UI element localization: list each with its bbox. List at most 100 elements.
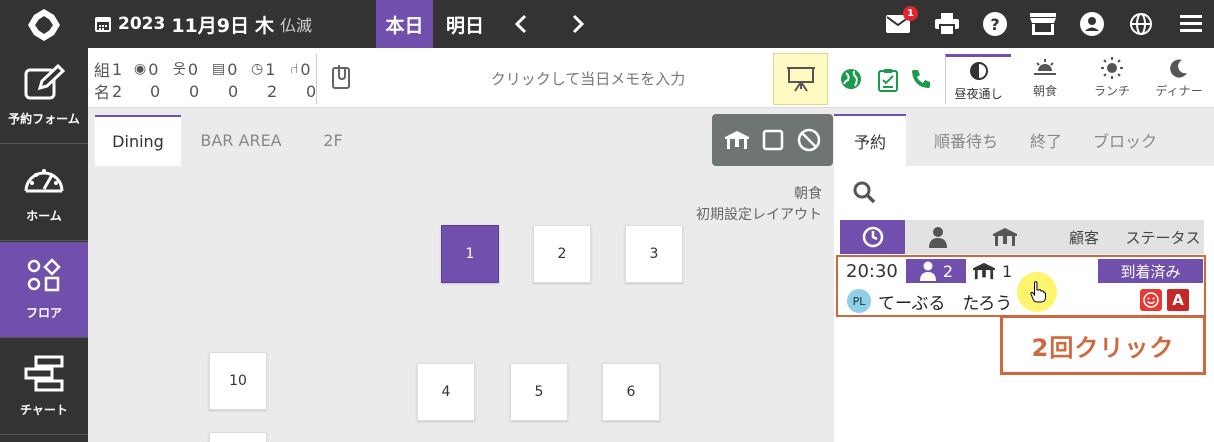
mail-badge: 1 <box>903 6 918 21</box>
date-selector[interactable]: 2023 11月9日 木 仏滅 <box>94 0 312 48</box>
reservation-time: 20:30 <box>846 261 898 282</box>
meal-all-day-tab[interactable]: 昼夜通し <box>945 54 1011 104</box>
dashboard-icon <box>24 169 64 193</box>
tab-dining[interactable]: Dining <box>95 115 181 166</box>
sidebar-item-home[interactable]: ホーム <box>0 145 88 241</box>
sidebar-item-chart[interactable]: チャート <box>0 339 88 435</box>
reservation-row[interactable]: 20:30 2 1 到着済み PL てーぶる たろう A <box>836 255 1206 317</box>
help-icon[interactable]: ? <box>981 10 1009 38</box>
meal-dinner-tab[interactable]: ディナー <box>1146 54 1212 104</box>
meal-label: 昼夜通し <box>954 87 1003 101</box>
phone-icon[interactable] <box>910 68 932 90</box>
table-icon <box>993 228 1017 246</box>
sort-time-column[interactable] <box>840 220 905 254</box>
sunrise-icon <box>1034 59 1056 75</box>
count-groups-web: 0 <box>148 59 159 79</box>
print-icon[interactable] <box>933 10 961 38</box>
app-logo-icon[interactable] <box>26 7 62 43</box>
tab-2f[interactable]: 2F <box>308 115 358 166</box>
sidebar-item-floor[interactable]: フロア <box>0 242 88 338</box>
account-icon[interactable] <box>1078 10 1106 38</box>
tab-waitlist[interactable]: 順番待ち <box>916 114 1016 166</box>
count-groups-waiting: 1 <box>265 59 276 79</box>
letter-a-icon: A <box>1167 289 1189 311</box>
clipboard-icon: ▤ <box>212 61 226 77</box>
layout-default-label: 初期設定レイアウト <box>696 207 822 223</box>
sort-party-column[interactable] <box>905 220 970 254</box>
table-2[interactable]: 2 <box>533 225 591 283</box>
sidebar-item-label: チャート <box>20 403 68 417</box>
summary-bar: 組1 ◉ 0 웃0 ▤ 0 ◷ 1 ⑁ 0 名2 0 0 0 2 0 クリックして当日メ… <box>88 48 1214 108</box>
language-icon[interactable] <box>1127 10 1155 38</box>
table-5[interactable]: 5 <box>510 363 568 421</box>
tomorrow-button[interactable]: 明日 <box>433 0 497 48</box>
layout-name: 朝食 初期設定レイアウト <box>696 184 822 226</box>
sidebar-item-reservation-form[interactable]: 予約フォーム <box>0 48 88 144</box>
count-groups-seated: 0 <box>300 59 311 79</box>
store-icon[interactable] <box>1029 10 1057 38</box>
count-people-walkin: 0 <box>189 81 200 101</box>
web-globe-icon[interactable] <box>840 68 862 90</box>
memo-clip-icon <box>332 65 350 89</box>
next-day-icon[interactable] <box>563 10 591 38</box>
today-button[interactable]: 本日 <box>376 0 433 48</box>
prev-day-icon[interactable] <box>508 10 536 38</box>
instruction-callout: 2回クリック <box>1000 315 1206 375</box>
table-10[interactable]: 10 <box>209 352 267 410</box>
table-6[interactable]: 6 <box>602 363 660 421</box>
layout-meal-label: 朝食 <box>794 186 822 202</box>
sort-table-column[interactable] <box>970 220 1040 254</box>
tab-block[interactable]: ブロック <box>1088 114 1162 166</box>
meal-label: ランチ <box>1093 84 1130 98</box>
search-icon[interactable] <box>852 180 876 204</box>
status-badge[interactable]: 到着済み <box>1098 259 1203 283</box>
party-size-badge: 2 <box>906 259 966 283</box>
table-4[interactable]: 4 <box>417 363 475 421</box>
count-people-web: 0 <box>150 81 161 101</box>
table-partial[interactable] <box>209 432 267 442</box>
sort-customer-column[interactable]: 顧客 <box>1050 220 1118 254</box>
count-people-seated: 0 <box>306 81 317 101</box>
block-icon[interactable] <box>797 128 821 152</box>
count-groups-reserved: 1 <box>112 59 123 79</box>
people-label: 名 <box>94 83 111 102</box>
table-3[interactable]: 3 <box>625 225 683 283</box>
tab-bar-area[interactable]: BAR AREA <box>188 115 294 166</box>
customer-name: てーぶる たろう <box>878 294 1013 314</box>
groups-label: 組 <box>94 61 111 80</box>
date-weekday: 木 <box>255 14 275 37</box>
meal-breakfast-tab[interactable]: 朝食 <box>1012 54 1078 104</box>
table-icon <box>973 262 995 280</box>
date-rokuyo: 仏滅 <box>280 16 313 35</box>
reservation-counts: 組1 ◉ 0 웃0 ▤ 0 ◷ 1 ⑁ 0 名2 0 0 0 2 0 <box>94 58 329 103</box>
globe-icon: ◉ <box>134 61 147 77</box>
sort-status-column[interactable]: ステータス <box>1122 220 1204 254</box>
clock-icon: ◷ <box>251 61 264 77</box>
person-icon <box>919 261 936 281</box>
tab-finished[interactable]: 終了 <box>1018 114 1074 166</box>
tab-reservations[interactable]: 予約 <box>834 114 906 166</box>
edit-icon <box>24 64 66 100</box>
table-1[interactable]: 1 <box>441 225 499 283</box>
checklist-icon[interactable] <box>878 68 898 92</box>
half-circle-icon <box>969 62 988 80</box>
party-size: 2 <box>942 261 954 281</box>
count-people-reserved: 2 <box>112 81 123 101</box>
square-icon[interactable] <box>762 129 784 151</box>
hand-cursor-icon <box>1030 281 1046 303</box>
meal-lunch-tab[interactable]: ランチ <box>1079 54 1145 104</box>
count-people-list: 0 <box>228 81 239 101</box>
menu-icon[interactable] <box>1177 10 1205 38</box>
reservation-panel: 予約 順番待ち 終了 ブロック 顧客 ステータス 20:30 2 1 到着済み … <box>834 108 1214 442</box>
date-monthday: 11月9日 <box>171 14 249 37</box>
projector-button[interactable] <box>773 53 828 105</box>
sidebar-item-label: 予約フォーム <box>8 112 80 126</box>
walk-in-icon: 웃 <box>173 62 186 78</box>
calendar-icon <box>95 17 111 32</box>
daily-memo-input[interactable]: クリックして当日メモを入力 <box>388 68 788 89</box>
meal-label: 朝食 <box>1032 84 1057 98</box>
sidebar-item-label: フロア <box>25 306 62 320</box>
divider <box>316 54 317 104</box>
customer-avatar: PL <box>847 289 871 313</box>
table-icon[interactable] <box>724 129 750 151</box>
